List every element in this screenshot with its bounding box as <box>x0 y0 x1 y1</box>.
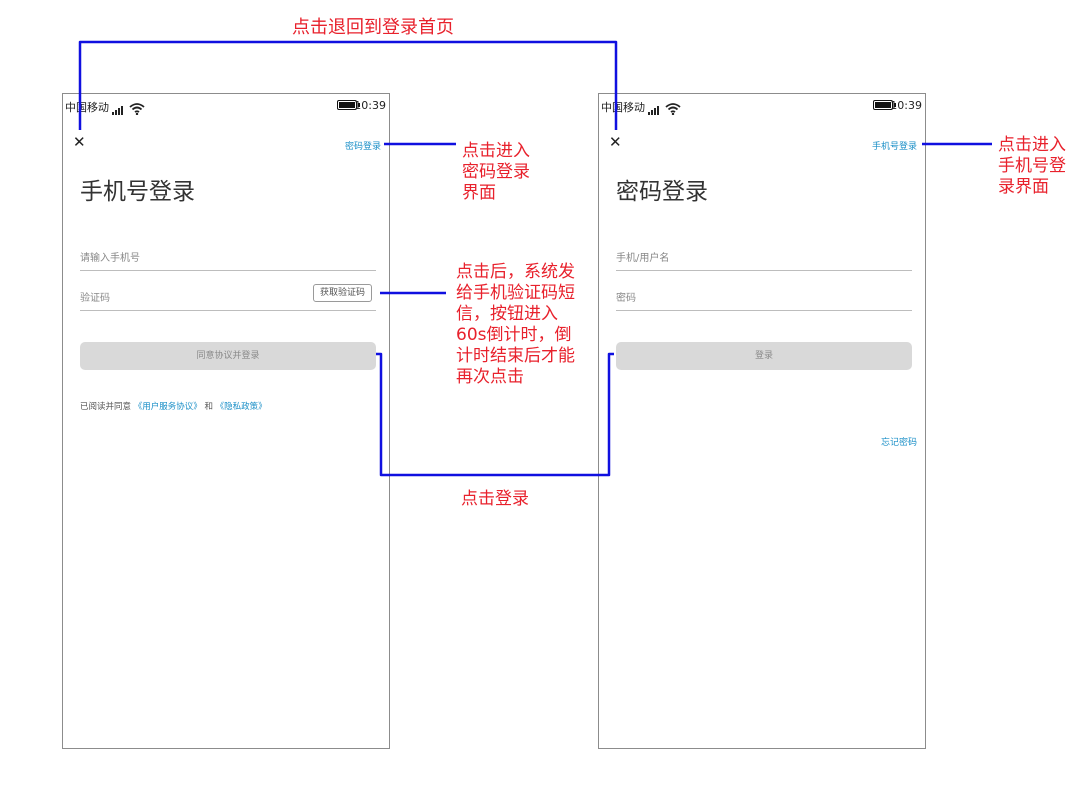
annotation-click-login: 点击登录 <box>461 489 529 509</box>
flow-connectors <box>78 40 992 477</box>
back-connector <box>78 40 618 130</box>
annotation-back-to-home: 点击退回到登录首页 <box>292 17 454 38</box>
annotation-to-phone: 点击进入 手机号登 录界面 <box>998 135 1066 197</box>
annotation-to-password: 点击进入 密码登录 界面 <box>462 141 530 203</box>
annotation-get-code: 点击后，系统发 给手机验证码短 信，按钮进入 60s倒计时，倒 计时结束后才能 … <box>456 262 575 387</box>
